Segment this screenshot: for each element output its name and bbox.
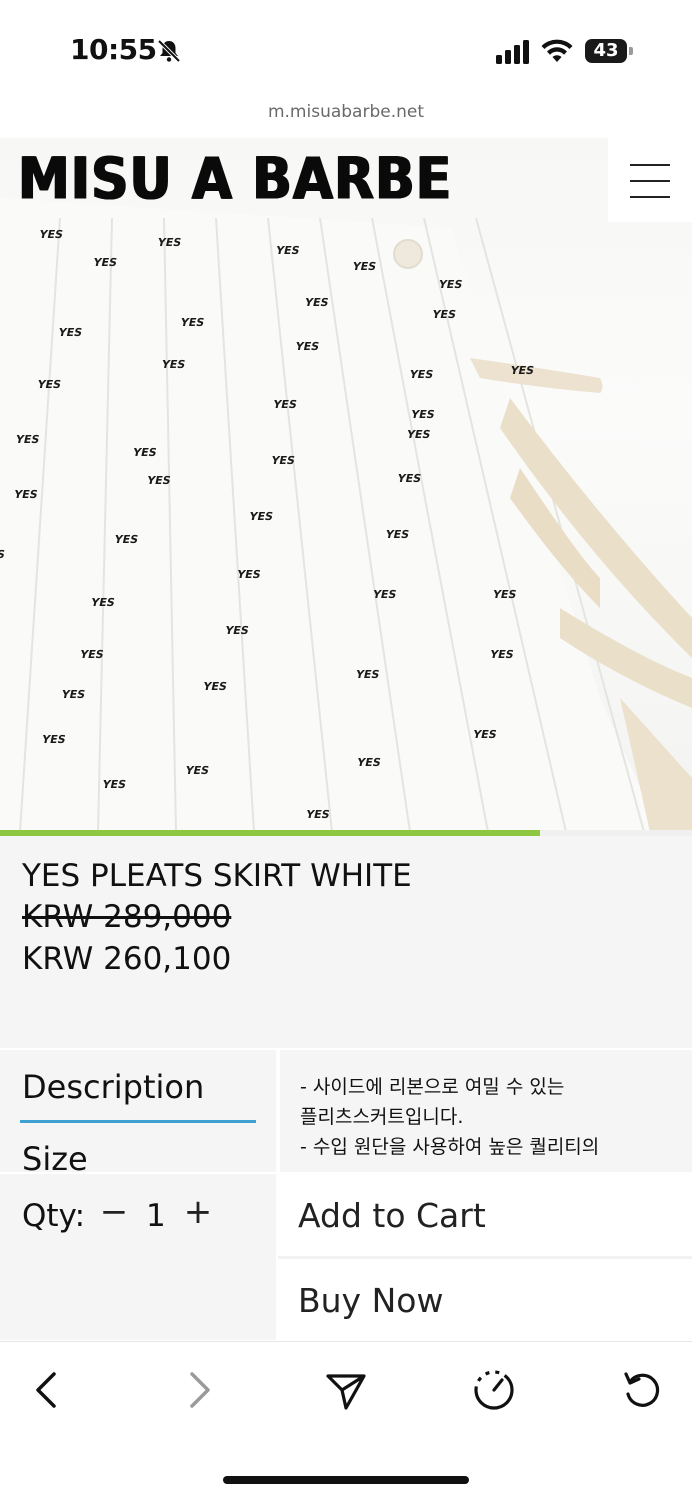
yes-print-mark: YES: [14, 433, 41, 446]
yes-print-mark: YES: [178, 316, 205, 329]
yes-print-mark: YES: [508, 364, 535, 377]
yes-print-mark: YES: [59, 688, 86, 701]
status-bar: 10:55 43: [0, 0, 692, 100]
yes-print-mark: YES: [89, 596, 116, 609]
sale-price: KRW 260,100: [22, 941, 232, 977]
brand-logo[interactable]: MISU A BARBE: [18, 146, 452, 213]
yes-print-mark: YES: [37, 228, 64, 241]
yes-print-mark: YES: [488, 648, 515, 661]
yes-print-mark: YES: [405, 428, 432, 441]
yes-print-mark: YES: [145, 474, 172, 487]
yes-print-mark: YES: [78, 648, 105, 661]
share-icon[interactable]: [322, 1366, 370, 1414]
yes-print-mark: YES: [274, 244, 301, 257]
yes-print-mark: YES: [293, 340, 320, 353]
active-tab-underline: [20, 1120, 256, 1123]
original-price: KRW 289,000: [22, 899, 232, 935]
yes-print-mark: YES: [247, 510, 274, 523]
tab-description[interactable]: Description: [22, 1068, 204, 1106]
yes-print-mark: YES: [271, 398, 298, 411]
tab-size[interactable]: Size: [22, 1140, 88, 1178]
description-line: 플리츠스커트입니다.: [300, 1106, 464, 1128]
yes-print-mark: YES: [407, 368, 434, 381]
reload-icon[interactable]: [618, 1366, 666, 1414]
yes-print-mark: YES: [131, 446, 158, 459]
qty-value: 1: [146, 1198, 166, 1234]
product-info: YES PLEATS SKIRT WHITE KRW 289,000 KRW 2…: [0, 836, 692, 1048]
qty-label: Qty:: [22, 1198, 86, 1234]
yes-print-mark: YES: [395, 472, 422, 485]
product-image[interactable]: YES YES YES YES YES YES YES YES YES YES YES YES YES Y…: [0, 138, 692, 832]
yes-print-mark: YES: [355, 756, 382, 769]
yes-print-mark: YES: [183, 764, 210, 777]
yes-print-mark: YES: [350, 260, 377, 273]
yes-print-mark: YES: [56, 326, 83, 339]
detail-tabs: Description Size: [0, 1050, 276, 1178]
yes-print-mark: YES: [100, 778, 127, 791]
yes-print-mark: YES: [201, 680, 228, 693]
yes-print-mark: YES: [471, 728, 498, 741]
yes-print-mark: YES: [371, 588, 398, 601]
silent-bell-icon: [157, 39, 181, 63]
yes-print-mark: YES: [223, 624, 250, 637]
yes-print-mark: YES: [430, 308, 457, 321]
home-indicator: [223, 1476, 469, 1484]
yes-print-mark: YES: [12, 488, 39, 501]
product-name: YES PLEATS SKIRT WHITE: [22, 858, 412, 894]
yes-print-mark: YES: [112, 533, 139, 546]
qty-increase-button[interactable]: +: [182, 1192, 214, 1232]
status-time: 10:55: [70, 33, 157, 66]
add-to-cart-button[interactable]: Add to Cart: [278, 1174, 692, 1259]
address-bar-url[interactable]: m.misuabarbe.net: [0, 102, 692, 122]
pleated-skirt-photo: YES YES YES YES YES YES YES YES YES YES YES YES YES Y…: [0, 198, 692, 832]
yes-print-mark: YES: [155, 236, 182, 249]
battery-level: 43: [593, 40, 619, 61]
back-icon[interactable]: [24, 1366, 72, 1414]
yes-print-mark: YES: [91, 256, 118, 269]
yes-print-mark: YES: [383, 528, 410, 541]
buy-now-label: Buy Now: [298, 1281, 444, 1320]
speed-icon[interactable]: [470, 1366, 518, 1414]
yes-print-mark: YES: [159, 358, 186, 371]
description-line: - 수입 원단을 사용하여 높은 퀄리티의: [300, 1136, 600, 1158]
yes-print-mark: YES: [269, 454, 296, 467]
hamburger-menu-button[interactable]: [608, 138, 692, 222]
forward-icon[interactable]: [174, 1366, 222, 1414]
buy-now-button[interactable]: Buy Now: [278, 1259, 692, 1341]
description-panel[interactable]: - 사이드에 리본으로 여밀 수 있는 플리츠스커트입니다. - 수입 원단을 …: [280, 1050, 692, 1172]
description-line: - 사이드에 리본으로 여밀 수 있는: [300, 1076, 565, 1098]
yes-print-mark: YES: [409, 408, 436, 421]
qty-decrease-button[interactable]: −: [98, 1192, 130, 1232]
battery-indicator: 43: [585, 39, 633, 63]
yes-print-mark: YES: [235, 568, 262, 581]
wifi-icon: [541, 39, 573, 62]
cellular-signal-icon: [496, 40, 529, 64]
add-to-cart-label: Add to Cart: [298, 1196, 486, 1235]
yes-print-mark: YES: [491, 588, 518, 601]
yes-print-mark: YES: [40, 733, 67, 746]
yes-print-mark: YES: [303, 296, 330, 309]
yes-print-mark: YES: [354, 668, 381, 681]
yes-print-mark: YES: [35, 378, 62, 391]
quantity-selector: Qty: − 1 +: [0, 1174, 276, 1340]
yes-print-mark: YES: [304, 808, 331, 821]
yes-print-mark: YES: [436, 278, 463, 291]
